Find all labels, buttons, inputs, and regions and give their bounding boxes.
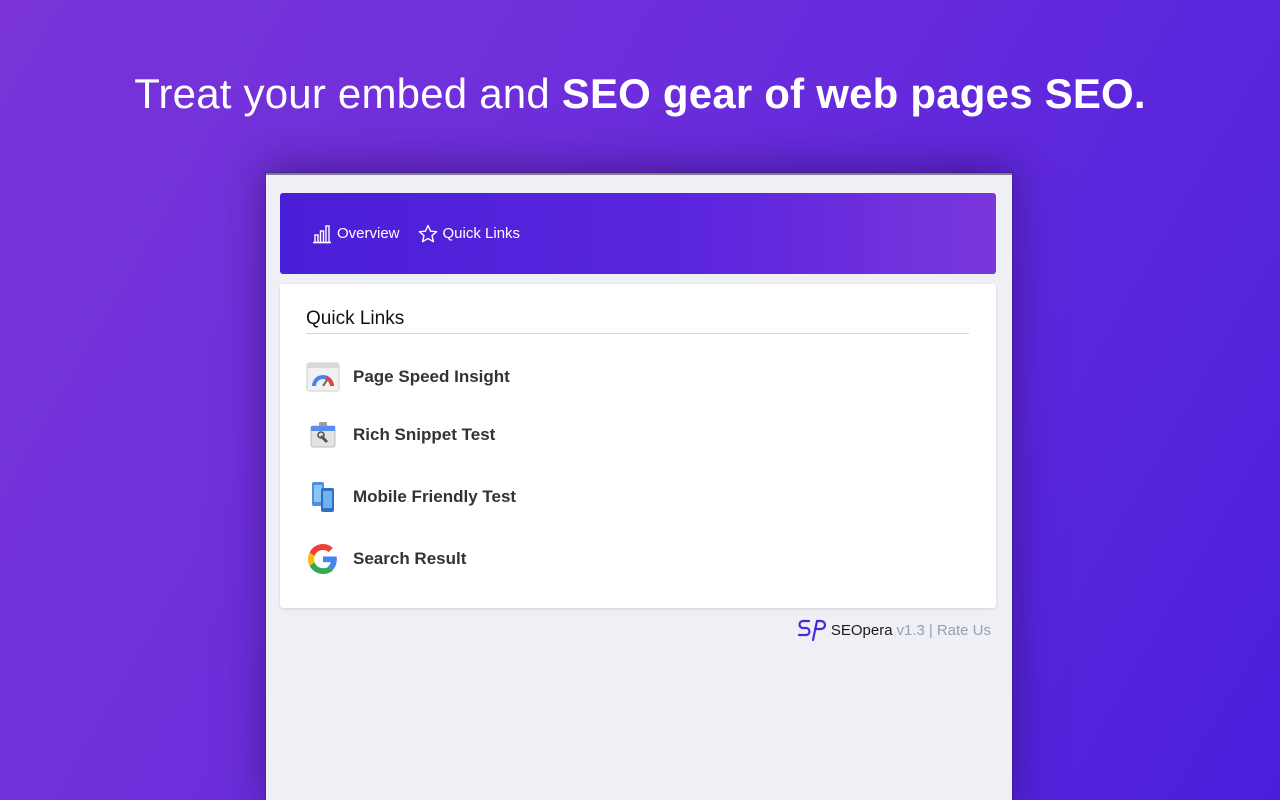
rate-us-link[interactable]: Rate Us [937,622,991,639]
mobile-friendly-icon [306,480,340,514]
quick-link-rich-snippet[interactable]: Rich Snippet Test [306,418,495,452]
star-icon [418,224,437,242]
quick-links-card: Quick Links Page Speed Insight Rich Snip… [280,284,996,608]
bar-chart-icon [313,224,331,243]
popup-top-border [266,173,1012,175]
google-icon [306,542,340,576]
quick-link-search-result[interactable]: Search Result [306,542,466,576]
headline-bold: SEO gear of web pages SEO. [561,70,1146,117]
quick-link-page-speed[interactable]: Page Speed Insight [306,360,510,394]
tab-overview-label: Overview [337,225,400,242]
footer-version: v1.3 [896,621,925,639]
popup-footer: SEOpera v1.3 | Rate Us [797,618,991,642]
quick-link-label: Mobile Friendly Test [353,487,517,506]
extension-popup: Overview Quick Links Quick Links Page Sp… [266,173,1012,800]
tab-quick-links[interactable]: Quick Links [418,224,521,244]
headline: Treat your embed and SEO gear of web pag… [0,70,1280,118]
tab-overview[interactable]: Overview [312,224,400,244]
quick-links-title: Quick Links [306,308,969,334]
page-speed-icon [306,360,340,394]
quick-link-label: Rich Snippet Test [353,425,496,444]
quick-link-mobile-friendly[interactable]: Mobile Friendly Test [306,480,516,514]
quick-link-label: Search Result [353,549,467,568]
quick-link-label: Page Speed Insight [353,367,510,386]
footer-brand: SEOpera [830,621,893,639]
tab-quick-links-label: Quick Links [442,225,521,242]
seopera-logo-icon [797,619,826,642]
headline-normal: Treat your embed and [134,70,562,117]
footer-separator: | [928,621,933,639]
nav-bar: Overview Quick Links [280,193,996,274]
rich-snippet-icon [306,418,340,452]
